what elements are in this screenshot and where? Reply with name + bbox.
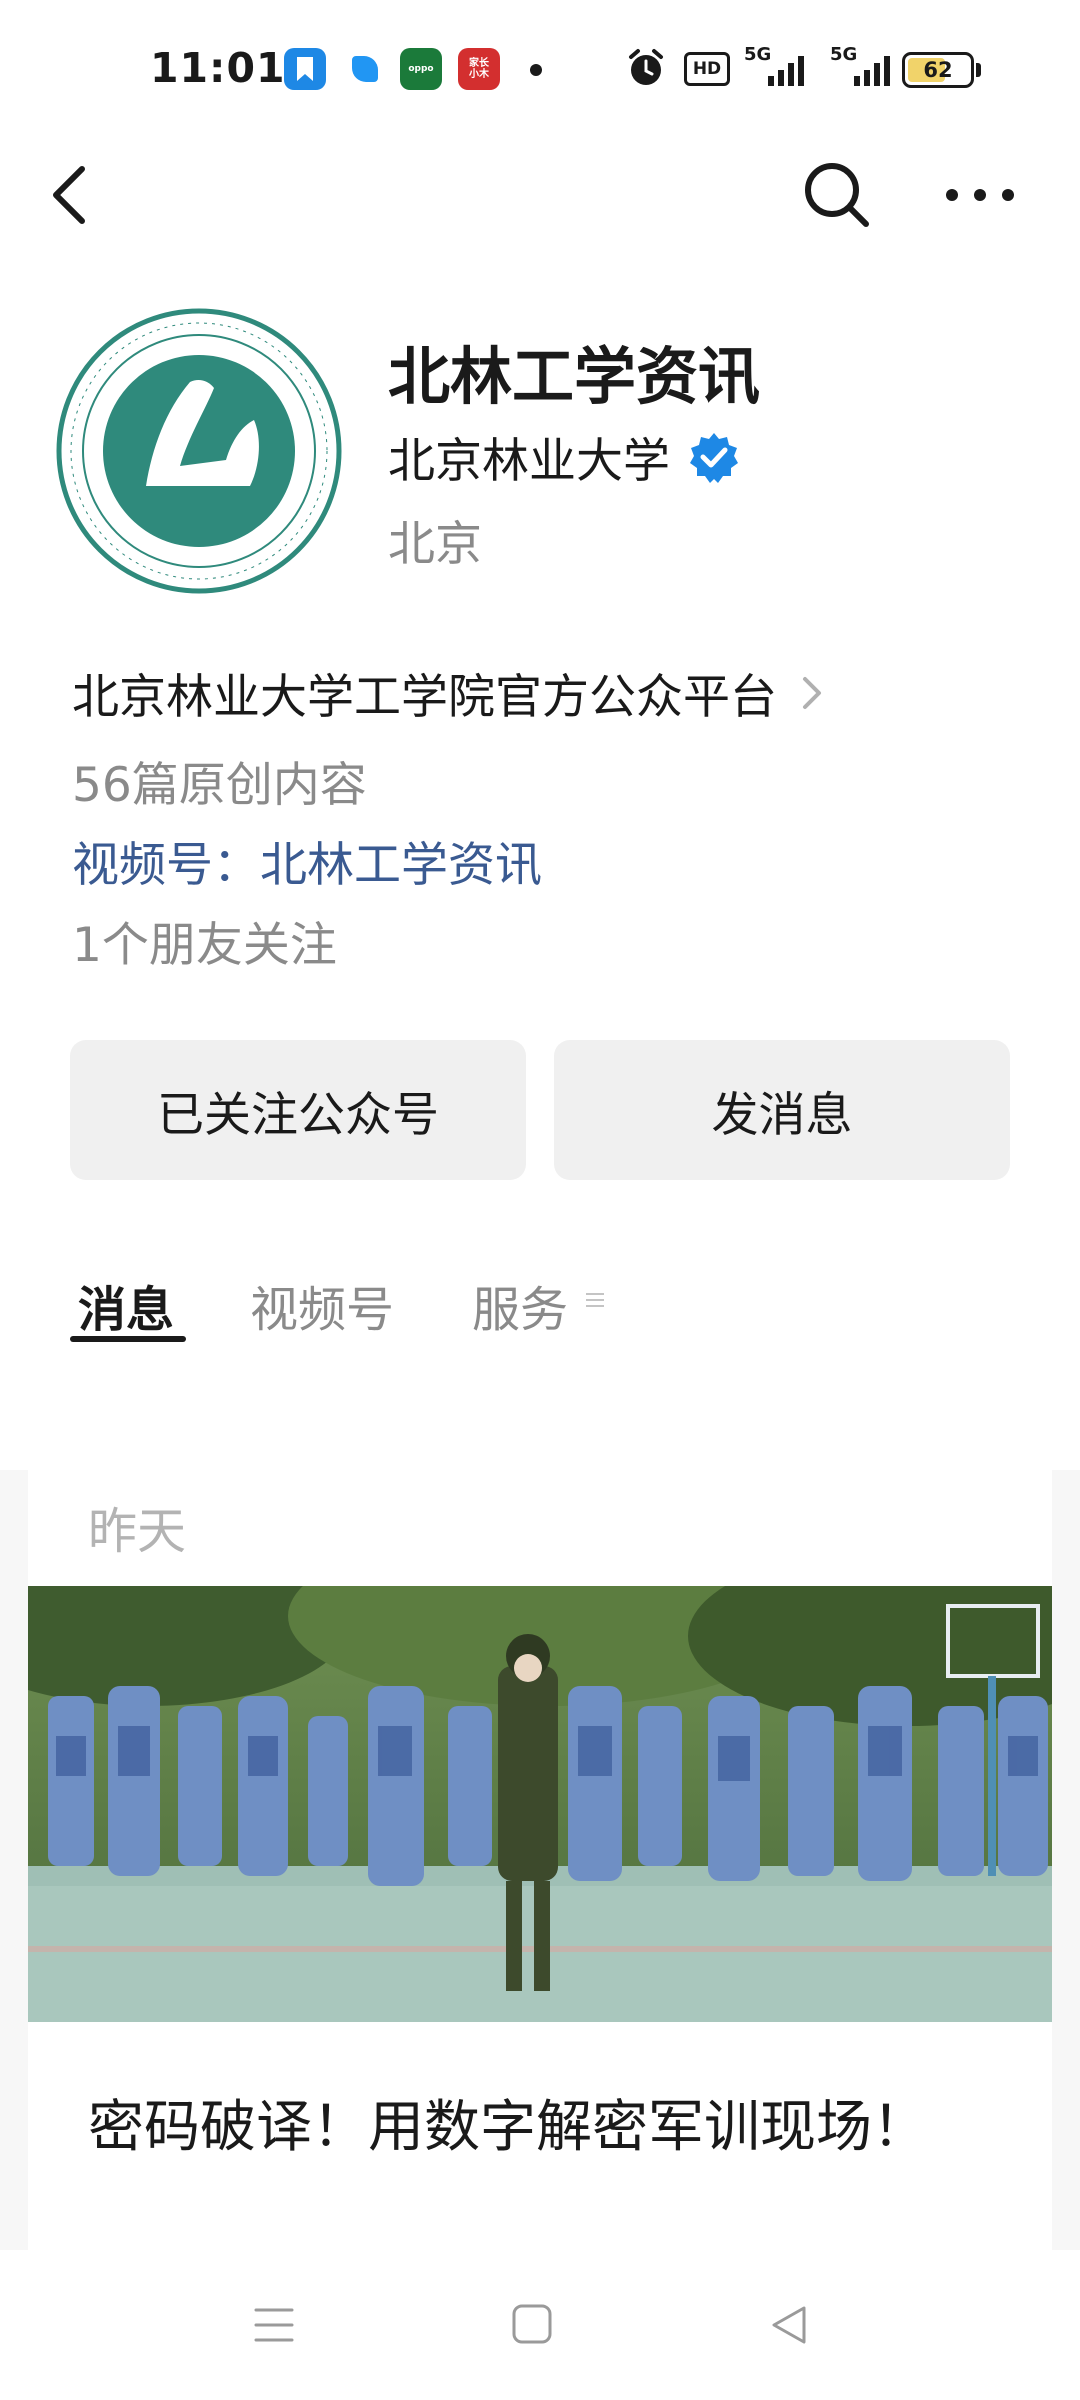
active-tab-indicator [70,1336,186,1342]
video-channel-link[interactable]: 视频号：北林工学资讯 [72,826,542,895]
profile-page [0,0,1080,1470]
status-time: 11:01 [150,44,286,92]
account-description[interactable]: 北京林业大学工学院官方公众平台 [72,658,827,727]
followed-button[interactable]: 已关注公众号 [70,1040,526,1180]
battery-icon: 62 [902,52,974,88]
hd-icon: HD [684,52,730,86]
menu-lines-icon [586,1293,604,1307]
account-logo [56,308,342,594]
organization-name: 北京林业大学 [388,434,670,489]
more-options-icon[interactable] [940,170,1020,220]
description-text: 北京林业大学工学院官方公众平台 [72,670,777,725]
search-icon[interactable] [800,158,872,230]
battery-tip-icon [976,63,981,77]
system-back-icon[interactable] [764,2300,814,2350]
verified-badge-icon [690,432,738,483]
status-bar: 11:01 oppo 家长 小木 HD 5G 5G 62 [0,30,1080,110]
verified-organization[interactable]: 北京林业大学 [388,422,740,491]
recent-apps-icon[interactable] [252,2304,296,2346]
date-group-label: 昨天 [88,1503,187,1560]
oppo-app-icon: oppo [400,48,442,90]
article-card[interactable]: 昨天 密码破译！用数字解密军训现场！ [28,1464,1052,2264]
tab-messages[interactable]: 消息 [78,1270,174,1340]
send-message-button[interactable]: 发消息 [554,1040,1010,1180]
original-content-count[interactable]: 56篇原创内容 [72,746,367,815]
red-app-icon: 家长 小木 [458,48,500,90]
chevron-right-icon [803,676,821,709]
account-location: 北京 [388,517,482,572]
alarm-icon [629,49,663,85]
friends-following[interactable]: 1个朋友关注 [72,906,337,975]
tab-video-channel[interactable]: 视频号 [250,1270,394,1340]
notification-dot-icon [530,64,542,76]
article-title[interactable]: 密码破译！用数字解密军训现场！ [88,2084,988,2172]
home-icon[interactable] [510,2302,554,2346]
feather-app-icon [344,48,386,90]
article-cover-image[interactable] [28,1586,1052,2022]
bookmark-app-icon [284,48,326,90]
account-name: 北林工学资讯 [388,340,761,413]
tab-services[interactable]: 服务 [472,1270,568,1340]
back-arrow-icon[interactable] [40,155,100,235]
system-navigation-bar [0,2250,1080,2400]
battery-level: 62 [923,58,953,82]
